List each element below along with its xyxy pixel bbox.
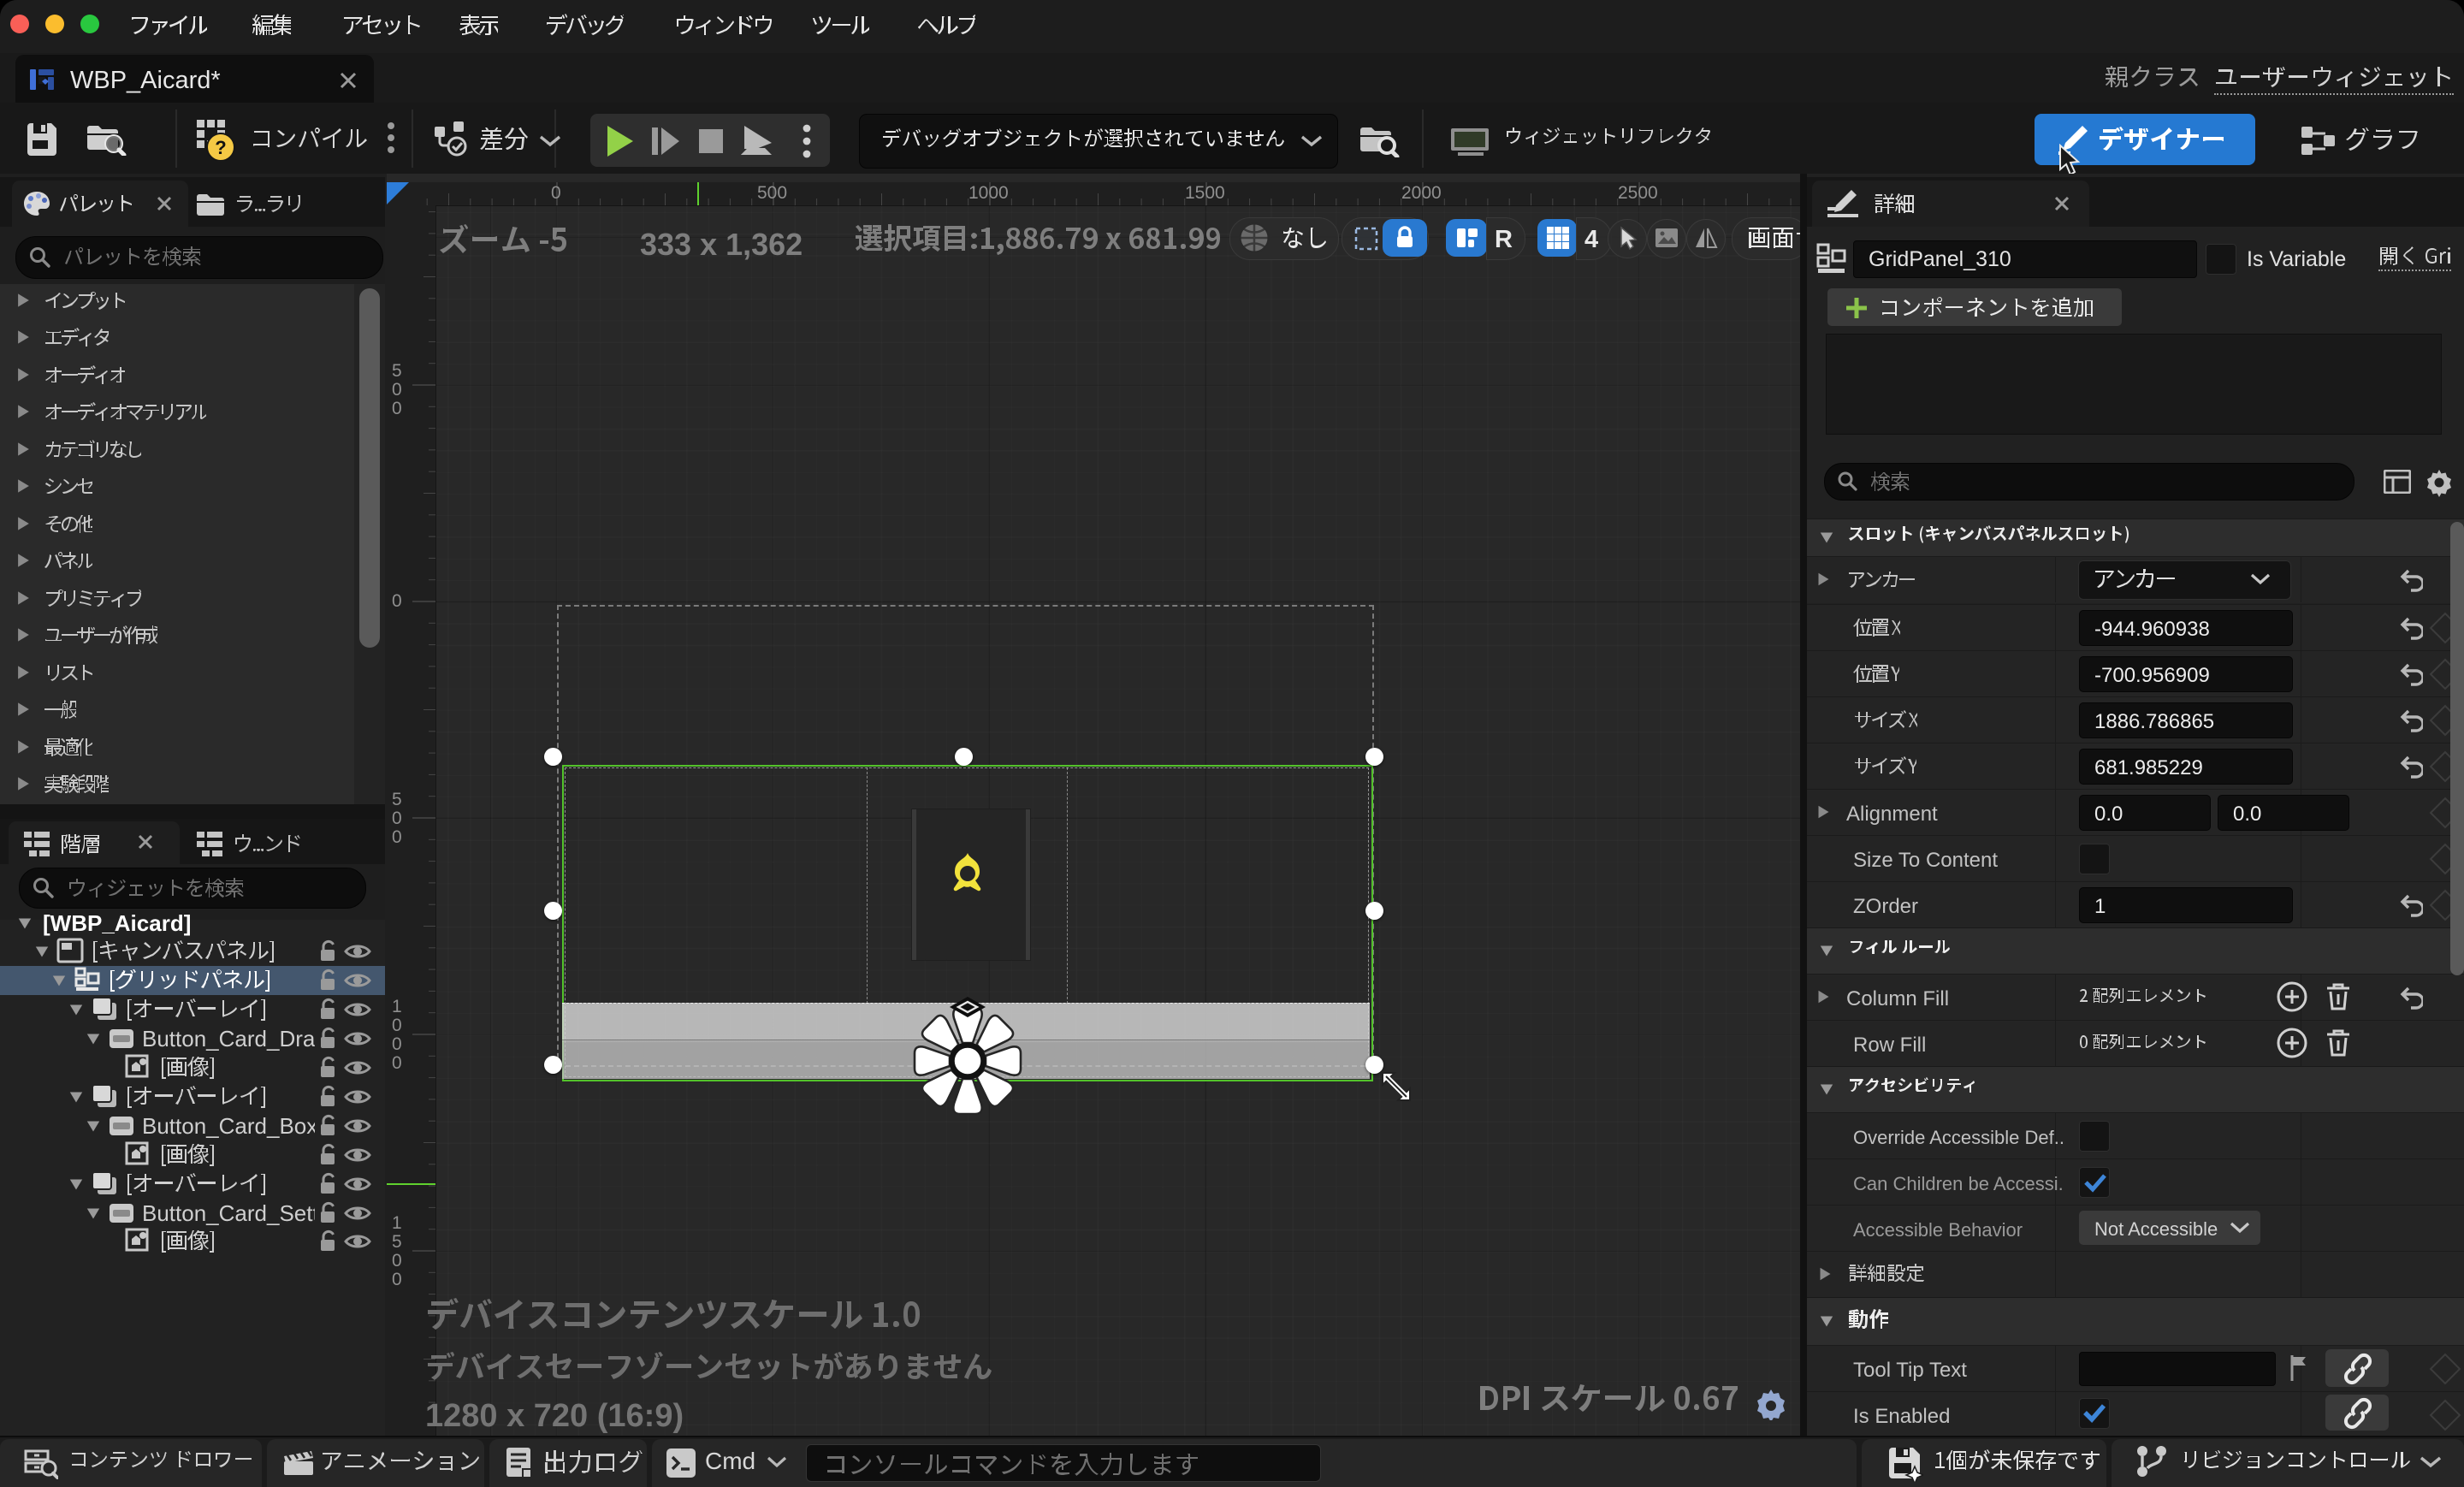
- svg-text:?: ?: [215, 137, 226, 158]
